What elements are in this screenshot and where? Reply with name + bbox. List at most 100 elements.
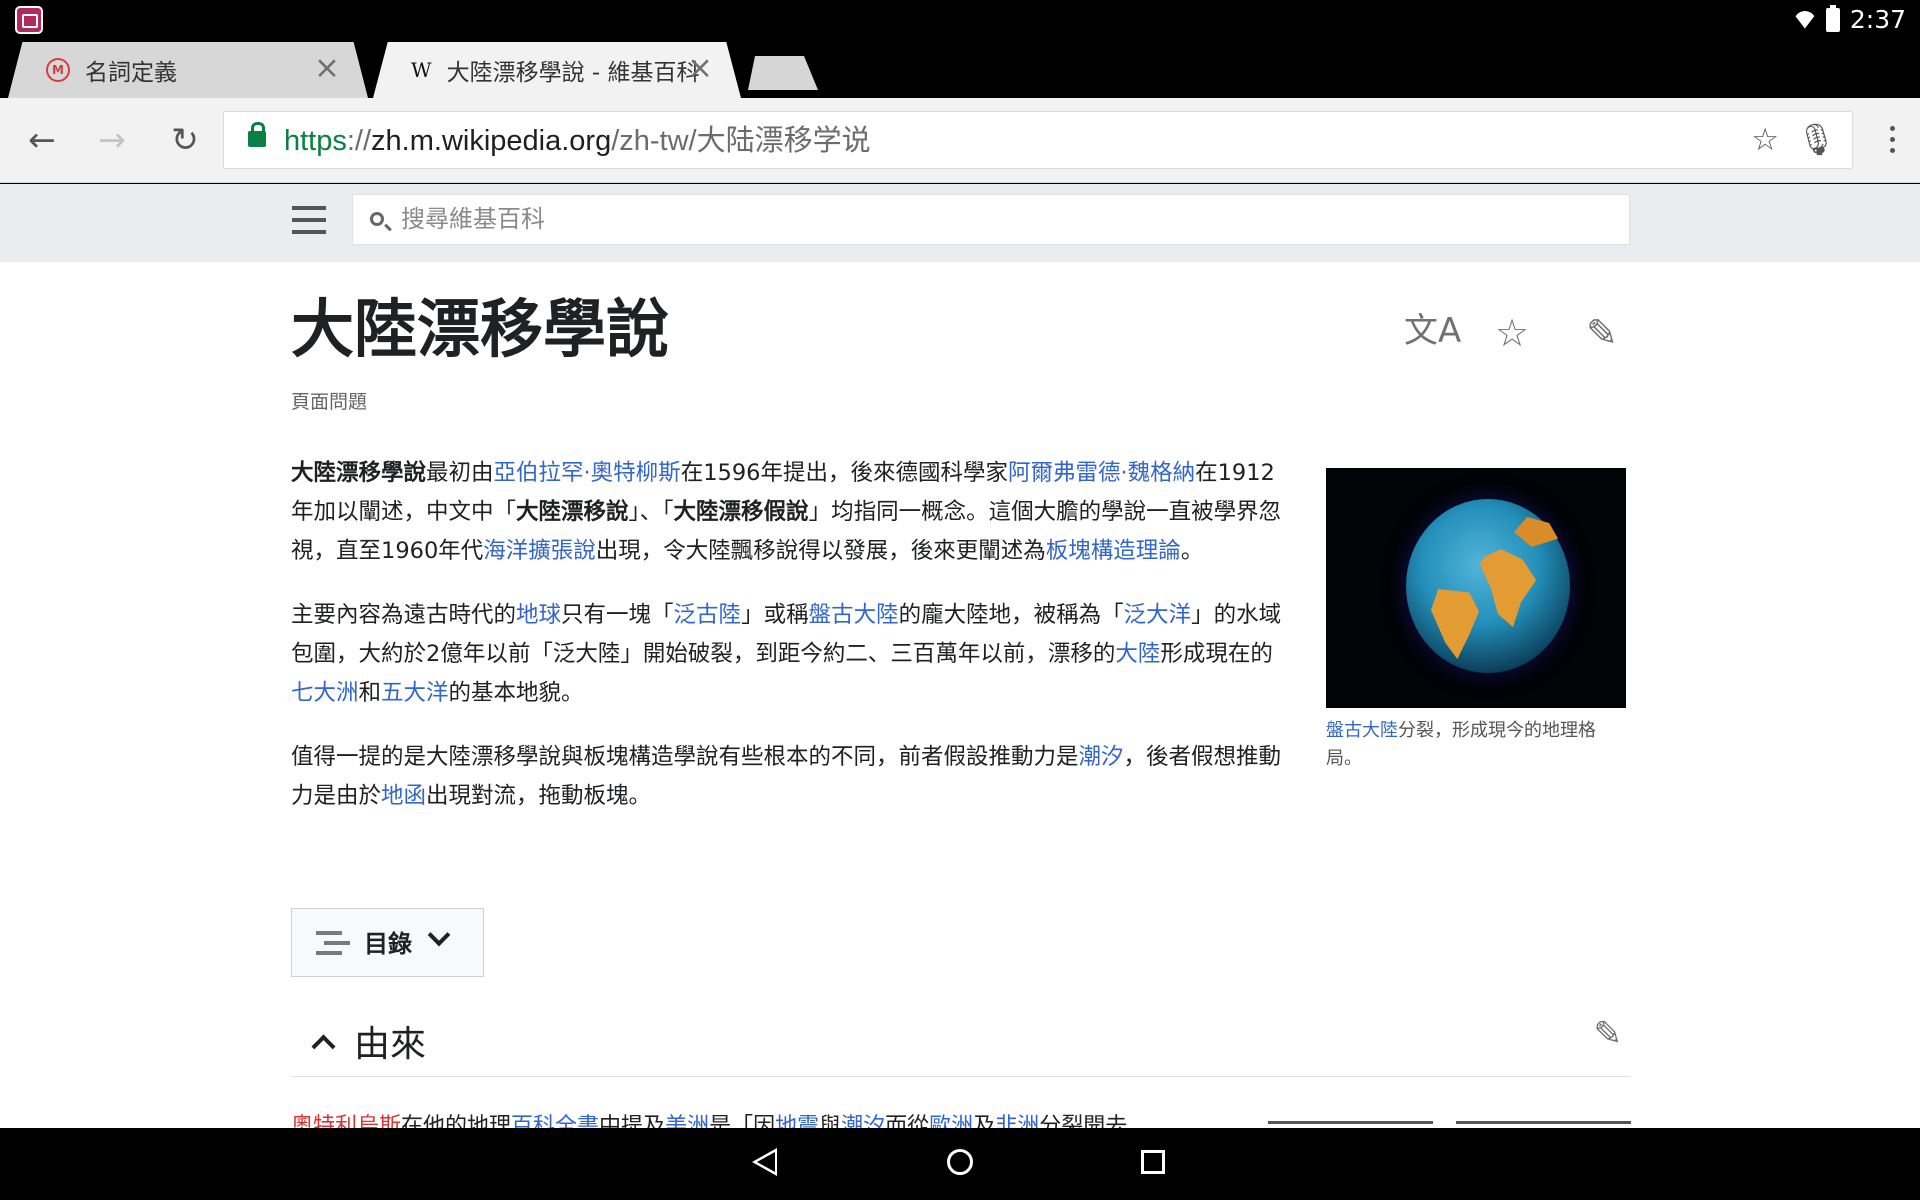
chevron-down-icon (427, 923, 451, 947)
forward-icon[interactable]: → (92, 120, 132, 160)
table-of-contents-button[interactable]: 目錄 (291, 908, 484, 977)
android-navigation-bar (0, 1128, 1920, 1200)
close-icon[interactable]: × (314, 53, 340, 84)
edit-icon[interactable]: ✎ (1586, 314, 1618, 352)
back-icon[interactable] (752, 1148, 777, 1176)
article-link[interactable]: 泛大洋 (1124, 602, 1192, 628)
text-run: 和 (358, 680, 382, 706)
close-icon[interactable]: × (687, 53, 713, 84)
microphone-icon[interactable]: 🎙 (1797, 124, 1836, 155)
lock-icon (248, 122, 266, 147)
text-run: 及 (973, 1114, 996, 1128)
search-icon (370, 212, 384, 226)
more-options-icon[interactable] (1890, 126, 1895, 131)
article-link[interactable]: 歐洲 (929, 1114, 973, 1128)
wikipedia-favicon-icon: W (411, 58, 432, 82)
globe-image[interactable] (1326, 468, 1626, 708)
text-run: 分裂開去 (1039, 1114, 1128, 1128)
text-run: 大陸漂移說 (516, 499, 629, 525)
partial-gallery-lines (1268, 1121, 1632, 1125)
text-run: 而從 (885, 1114, 930, 1128)
app-icon (15, 6, 43, 34)
page-title: 大陸漂移學說 (291, 292, 669, 366)
mab-favicon-icon: M (46, 58, 70, 82)
text-run: 大陸漂移學說 (291, 460, 427, 486)
search-input[interactable]: 搜尋維基百科 (352, 194, 1630, 245)
section-header[interactable]: 由來 ✎ (291, 1009, 1630, 1077)
article-link[interactable]: 地函 (381, 783, 426, 809)
toc-label: 目錄 (364, 930, 412, 958)
text-run: 大陸漂移假說 (673, 499, 809, 525)
south-america-landmass (1431, 589, 1479, 659)
tab-definition[interactable]: M 名詞定義 × (8, 42, 368, 98)
text-run: 。 (1180, 538, 1204, 564)
article-link[interactable]: 百科全書 (511, 1114, 599, 1128)
image-caption: 盤古大陸分裂，形成現今的地理格局。 (1326, 717, 1631, 773)
wikipedia-header: 搜尋維基百科 (0, 184, 1920, 262)
text-run: 出現，令大陸飄移說得以發展，後來更闡述為 (595, 538, 1046, 564)
article-link[interactable]: 地球 (516, 602, 561, 628)
article-link[interactable]: 奧特利烏斯 (291, 1114, 401, 1128)
text-run: 的基本地貌。 (448, 680, 584, 706)
text-run: 在他的地理 (401, 1114, 512, 1128)
text-run: 在1596年提出，後來德國科學家 (680, 460, 1008, 486)
lead-paragraph-3: 值得一提的是大陸漂移學說與板塊構造學說有些根本的不同，前者假設推動力是潮汐，後者… (291, 738, 1286, 816)
android-chrome-screen: 2:37 M 名詞定義 × W 大陸漂移學說 - 維基百科 × ← → ↻ ht… (0, 0, 1920, 1200)
article-link[interactable]: 潮汐 (841, 1114, 885, 1128)
text-run: 主要內容為遠古時代的 (291, 602, 517, 628)
text-run: 中提及 (599, 1114, 666, 1128)
language-icon[interactable]: 文A (1404, 314, 1461, 348)
toc-icon (316, 931, 342, 935)
globe (1406, 499, 1570, 673)
browser-toolbar: ← → ↻ https://zh.m.wikipedia.org/zh-tw/大… (0, 98, 1920, 183)
article-link[interactable]: 地震 (775, 1114, 819, 1128)
browser-tabs: M 名詞定義 × W 大陸漂移學說 - 維基百科 × (0, 40, 1920, 98)
lead-paragraph-2: 主要內容為遠古時代的地球只有一塊「泛古陸」或稱盤古大陸的龐大陸地，被稱為「泛大洋… (291, 596, 1286, 713)
article-link[interactable]: 阿爾弗雷德·魏格納 (1008, 460, 1195, 486)
recent-apps-icon[interactable] (1141, 1150, 1165, 1174)
article-body: 大陸漂移學說最初由亞伯拉罕·奧特柳斯在1596年提出，後來德國科學家阿爾弗雷德·… (291, 454, 1286, 841)
address-bar[interactable]: https://zh.m.wikipedia.org/zh-tw/大陆漂移学说 … (223, 111, 1853, 169)
article-link[interactable]: 板塊構造理論 (1046, 538, 1181, 564)
reload-icon[interactable]: ↻ (165, 120, 205, 160)
article-link[interactable]: 非洲 (995, 1114, 1039, 1128)
article-link[interactable]: 大陸 (1115, 641, 1160, 667)
article-link[interactable]: 亞伯拉罕·奧特柳斯 (494, 460, 681, 486)
status-right: 2:37 (1793, 4, 1906, 34)
section-edit-icon[interactable]: ✎ (1594, 1014, 1623, 1054)
chevron-up-icon[interactable] (311, 1034, 336, 1059)
star-icon[interactable]: ☆ (1751, 124, 1779, 155)
watch-star-icon[interactable]: ☆ (1495, 314, 1529, 352)
text-run: 值得一提的是大陸漂移學說與板塊構造學說有些根本的不同，前者假設推動力是 (291, 744, 1079, 770)
text-run: 最初由 (426, 460, 494, 486)
text-run: 的龐大陸地，被稱為「 (898, 602, 1124, 628)
article-link[interactable]: 美洲 (665, 1114, 709, 1128)
clock: 2:37 (1849, 5, 1906, 34)
back-icon[interactable]: ← (22, 120, 62, 160)
url-text[interactable]: https://zh.m.wikipedia.org/zh-tw/大陆漂移学说 (284, 112, 871, 170)
article-link[interactable]: 海洋擴張說 (483, 538, 596, 564)
tab-wikipedia[interactable]: W 大陸漂移學說 - 維基百科 × (373, 42, 741, 98)
status-bar: 2:37 (0, 0, 1920, 40)
article-link[interactable]: 泛古陸 (674, 602, 742, 628)
article-link[interactable]: 盤古大陸 (1326, 720, 1398, 741)
partial-section-text: 奧特利烏斯在他的地理百科全書中提及美洲是「因地震與潮汐而從歐洲及非洲分裂開去 (291, 1112, 1291, 1128)
tab-title: 大陸漂移學說 - 維基百科 (446, 60, 700, 86)
home-icon[interactable] (947, 1149, 973, 1175)
wikipedia-page: 搜尋維基百科 大陸漂移學說 頁面問題 文A ☆ ✎ 大陸漂移學說最初由亞伯拉罕·… (0, 184, 1920, 1128)
article-link[interactable]: 五大洋 (381, 680, 449, 706)
article-link[interactable]: 盤古大陸 (809, 602, 899, 628)
menu-icon[interactable] (292, 206, 326, 210)
eurasia-landmass (1514, 517, 1558, 547)
new-tab-button[interactable] (748, 56, 818, 90)
battery-icon (1825, 4, 1840, 32)
text-run: 」或稱 (741, 602, 809, 628)
page-issues[interactable]: 頁面問題 (291, 387, 367, 414)
article-link[interactable]: 七大洲 (291, 680, 359, 706)
text-run: 形成現在的 (1160, 641, 1273, 667)
tab-title: 名詞定義 (85, 60, 177, 86)
article-link[interactable]: 潮汐 (1079, 744, 1124, 770)
africa-landmass (1478, 549, 1537, 627)
text-run: 與 (819, 1114, 842, 1128)
lead-paragraph-1: 大陸漂移學說最初由亞伯拉罕·奧特柳斯在1596年提出，後來德國科學家阿爾弗雷德·… (291, 454, 1286, 571)
